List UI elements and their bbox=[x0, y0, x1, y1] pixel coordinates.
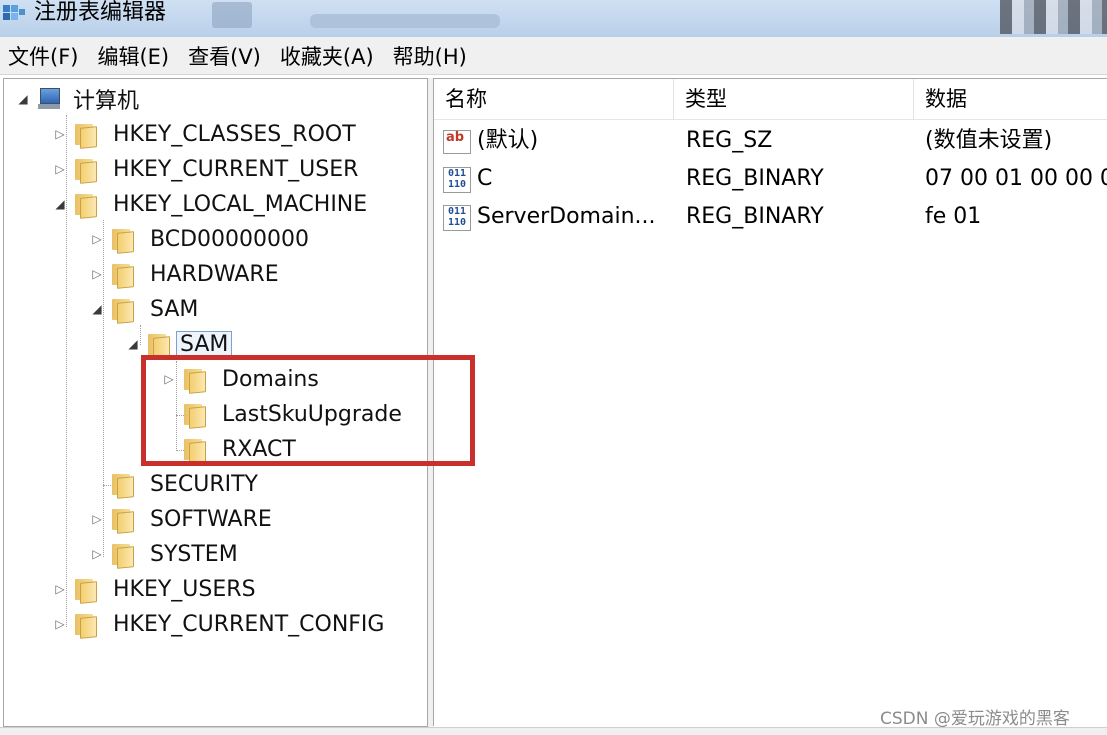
tree-node-label: SAM bbox=[150, 296, 199, 322]
tree-node-hkey-users[interactable]: ▷ HKEY_USERS bbox=[53, 572, 259, 606]
tree-node-hkey-classes-root[interactable]: ▷ HKEY_CLASSES_ROOT bbox=[53, 117, 359, 151]
menu-view[interactable]: 查看(V) bbox=[180, 41, 272, 71]
folder-icon bbox=[75, 612, 97, 639]
tree-node-lastskuupgrade[interactable]: LastSkuUpgrade bbox=[162, 397, 405, 431]
value-name: ServerDomain... bbox=[477, 204, 656, 229]
menu-edit[interactable]: 编辑(E) bbox=[89, 41, 180, 71]
value-type: REG_BINARY bbox=[686, 166, 824, 191]
folder-icon bbox=[75, 157, 97, 184]
column-header-type[interactable]: 类型 bbox=[674, 79, 914, 119]
tree-node-label: 计算机 bbox=[73, 89, 140, 114]
expand-triangle-icon[interactable]: ▷ bbox=[53, 127, 67, 141]
tree-node-label: SYSTEM bbox=[150, 541, 238, 567]
menu-favorites[interactable]: 收藏夹(A) bbox=[272, 41, 385, 71]
tree-node-label: LastSkuUpgrade bbox=[222, 401, 402, 427]
value-data: fe 01 bbox=[925, 204, 982, 229]
folder-icon bbox=[184, 402, 206, 429]
expand-triangle-icon[interactable]: ▷ bbox=[90, 547, 104, 561]
expand-triangle-icon[interactable]: ▷ bbox=[53, 582, 67, 596]
folder-icon bbox=[112, 227, 134, 254]
tree-node-hardware[interactable]: ▷ HARDWARE bbox=[90, 257, 282, 291]
expand-triangle-icon[interactable]: ▷ bbox=[90, 512, 104, 526]
value-name: C bbox=[477, 166, 493, 191]
tree-node-label: HKEY_USERS bbox=[113, 576, 256, 602]
tree-node-label: RXACT bbox=[222, 436, 296, 462]
background-window-fragment bbox=[212, 2, 252, 28]
registry-tree[interactable]: ◢ 计算机 ▷ HKEY_CLASSES_ROOT ▷ HKEY_CURRENT… bbox=[3, 78, 428, 727]
tree-node-label: SOFTWARE bbox=[150, 506, 272, 532]
tree-node-hkey-current-config[interactable]: ▷ HKEY_CURRENT_CONFIG bbox=[53, 607, 387, 641]
tree-node-computer[interactable]: ◢ 计算机 bbox=[16, 82, 142, 116]
binary-value-icon: 011 110 bbox=[443, 167, 471, 193]
value-name: (默认) bbox=[477, 128, 539, 153]
watermark-text: CSDN @爱玩游戏的黑客 bbox=[880, 709, 1070, 729]
string-value-icon: ab bbox=[443, 130, 471, 154]
tree-node-label: HARDWARE bbox=[150, 261, 279, 287]
tree-node-label: Domains bbox=[222, 366, 319, 392]
collapse-triangle-icon[interactable]: ◢ bbox=[90, 302, 104, 316]
tree-node-label: HKEY_CURRENT_USER bbox=[113, 156, 359, 182]
folder-icon bbox=[148, 332, 170, 359]
tree-node-bcd[interactable]: ▷ BCD00000000 bbox=[90, 222, 312, 256]
tree-node-domains[interactable]: ▷ Domains bbox=[162, 362, 322, 396]
value-row[interactable]: ab (默认) REG_SZ (数值未设置) bbox=[434, 122, 1107, 160]
binary-value-icon: 011 110 bbox=[443, 205, 471, 231]
tree-node-hkey-current-user[interactable]: ▷ HKEY_CURRENT_USER bbox=[53, 152, 361, 186]
expand-triangle-icon[interactable]: ▷ bbox=[90, 232, 104, 246]
column-header-data[interactable]: 数据 bbox=[914, 79, 1107, 119]
tree-node-hkey-local-machine[interactable]: ◢ HKEY_LOCAL_MACHINE bbox=[53, 187, 370, 221]
tree-node-sam[interactable]: ◢ SAM bbox=[90, 292, 201, 326]
folder-icon bbox=[75, 577, 97, 604]
title-bar: 注册表编辑器 bbox=[0, 0, 1107, 37]
collapse-triangle-icon[interactable]: ◢ bbox=[126, 337, 140, 351]
collapse-triangle-icon[interactable]: ◢ bbox=[53, 197, 67, 211]
expand-triangle-icon[interactable]: ▷ bbox=[53, 162, 67, 176]
menu-file[interactable]: 文件(F) bbox=[0, 41, 89, 71]
value-row[interactable]: 011 110 ServerDomain... REG_BINARY fe 01 bbox=[434, 198, 1107, 236]
value-row[interactable]: 011 110 C REG_BINARY 07 00 01 00 00 0 bbox=[434, 160, 1107, 198]
list-header: 名称 类型 数据 bbox=[434, 79, 1107, 120]
background-window-fragment bbox=[310, 14, 500, 28]
tree-node-sam-sam[interactable]: ◢ SAM bbox=[126, 327, 233, 361]
computer-icon bbox=[36, 88, 62, 110]
folder-icon bbox=[184, 367, 206, 394]
tree-node-label: SAM bbox=[176, 330, 233, 358]
tree-node-label: HKEY_CLASSES_ROOT bbox=[113, 121, 356, 147]
background-window-fragment bbox=[1000, 0, 1107, 34]
tree-node-label: BCD00000000 bbox=[150, 226, 309, 252]
tree-node-label: HKEY_LOCAL_MACHINE bbox=[113, 191, 368, 217]
folder-icon bbox=[75, 122, 97, 149]
tree-node-rxact[interactable]: RXACT bbox=[162, 432, 299, 466]
folder-icon bbox=[112, 542, 134, 569]
value-data: 07 00 01 00 00 0 bbox=[925, 166, 1107, 191]
folder-icon bbox=[184, 437, 206, 464]
folder-icon bbox=[75, 192, 97, 219]
expand-triangle-icon[interactable]: ▷ bbox=[90, 267, 104, 281]
value-type: REG_SZ bbox=[686, 128, 773, 153]
expand-triangle-icon[interactable]: ▷ bbox=[53, 617, 67, 631]
column-header-name[interactable]: 名称 bbox=[434, 79, 674, 119]
registry-values-list[interactable]: 名称 类型 数据 ab (默认) REG_SZ (数值未设置) 011 110 C… bbox=[433, 78, 1107, 726]
window-title: 注册表编辑器 bbox=[34, 0, 167, 25]
folder-icon bbox=[112, 507, 134, 534]
tree-node-software[interactable]: ▷ SOFTWARE bbox=[90, 502, 275, 536]
value-data: (数值未设置) bbox=[925, 128, 1053, 153]
expand-triangle-icon[interactable]: ▷ bbox=[162, 372, 176, 386]
menu-bar: 文件(F) 编辑(E) 查看(V) 收藏夹(A) 帮助(H) bbox=[0, 37, 1107, 75]
regedit-app-icon bbox=[3, 5, 25, 20]
value-type: REG_BINARY bbox=[686, 204, 824, 229]
tree-node-system[interactable]: ▷ SYSTEM bbox=[90, 537, 241, 571]
tree-node-security[interactable]: SECURITY bbox=[90, 467, 261, 501]
tree-node-label: SECURITY bbox=[150, 471, 258, 497]
folder-icon bbox=[112, 297, 134, 324]
folder-icon bbox=[112, 472, 134, 499]
folder-icon bbox=[112, 262, 134, 289]
menu-help[interactable]: 帮助(H) bbox=[385, 41, 478, 71]
tree-node-label: HKEY_CURRENT_CONFIG bbox=[113, 611, 385, 637]
collapse-triangle-icon[interactable]: ◢ bbox=[16, 92, 30, 106]
